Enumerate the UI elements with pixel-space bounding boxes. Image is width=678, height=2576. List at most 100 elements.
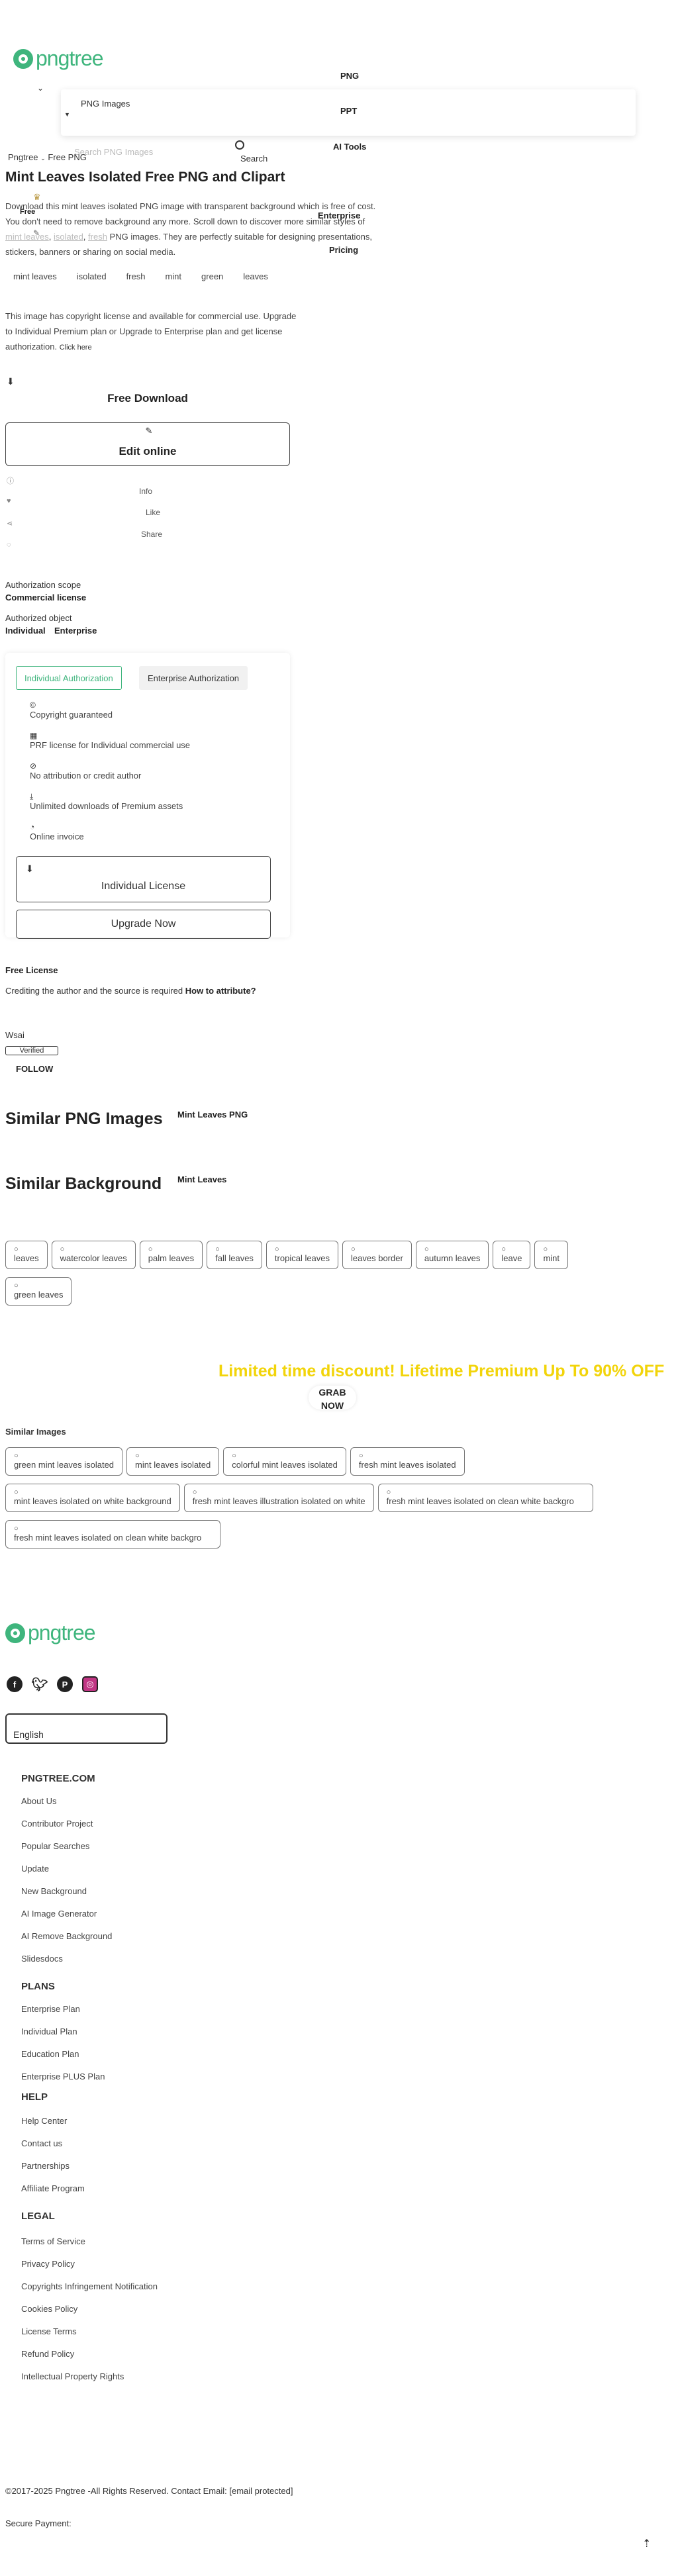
tag-chip[interactable]: ○ tropical leaves (266, 1241, 339, 1269)
pinterest-icon[interactable]: P (57, 1676, 73, 1692)
footer-link[interactable]: AI Remove Background (21, 1931, 352, 1941)
search-button[interactable]: Search (240, 154, 267, 164)
footer-link[interactable]: New Background (21, 1886, 352, 1896)
footer-link[interactable]: AI Image Generator (21, 1909, 352, 1919)
tag-chip[interactable]: ○ mint (534, 1241, 569, 1269)
twitter-icon[interactable]: 🐦︎ (31, 1676, 48, 1692)
click-here-link[interactable]: Click here (60, 344, 92, 352)
tag-chip[interactable]: ○ leaves border (342, 1241, 412, 1269)
individual-license-button[interactable]: ⬇ Individual License (16, 856, 271, 902)
footer-link[interactable]: Refund Policy (21, 2349, 352, 2359)
footer-link[interactable]: Slidesdocs (21, 1954, 352, 1964)
comment-icon[interactable]: ◌ (7, 541, 11, 549)
tag-chip[interactable]: ○ palm leaves (139, 1241, 203, 1269)
category-caret-icon[interactable]: ▼ (64, 111, 70, 118)
tag-chip[interactable]: ○ fall leaves (207, 1241, 262, 1269)
footer-link[interactable]: Update (21, 1864, 352, 1874)
breadcrumb: Pngtree ⌄ Free PNG (8, 152, 87, 162)
similar-image-chip[interactable]: ○ fresh mint leaves isolated on clean whi… (377, 1484, 593, 1512)
tab-individual-authorization[interactable]: Individual Authorization (16, 666, 122, 690)
footer-link[interactable]: Individual Plan (21, 2027, 352, 2036)
nav-png[interactable]: PNG (340, 71, 359, 81)
similar-image-label: mint leaves isolated on white background (14, 1496, 171, 1506)
search-category[interactable]: PNG Images (81, 99, 130, 109)
similar-image-label: colorful mint leaves isolated (232, 1460, 338, 1470)
desc-keyword-fresh[interactable]: fresh (88, 232, 107, 242)
search-icon: ○ (60, 1245, 65, 1253)
footer-link[interactable]: Contributor Project (21, 1819, 352, 1829)
footer-link[interactable]: Popular Searches (21, 1841, 352, 1851)
footer-link[interactable]: Enterprise PLUS Plan (21, 2072, 352, 2081)
nav-ppt[interactable]: PPT (340, 106, 357, 116)
auth-object-enterprise[interactable]: Enterprise (54, 626, 97, 636)
chevron-down-icon[interactable]: ⌄ (37, 83, 44, 93)
facebook-icon[interactable]: f (7, 1676, 23, 1692)
tag-item[interactable]: green (201, 271, 223, 281)
desc-keyword-isolated[interactable]: isolated (54, 232, 83, 242)
footer-link[interactable]: Contact us (21, 2138, 352, 2148)
share-icon[interactable]: ⋖ (7, 519, 13, 528)
nav-ai-tools[interactable]: AI Tools (333, 142, 366, 152)
tag-item[interactable]: fresh (126, 271, 146, 281)
author-name[interactable]: Wsai (5, 1030, 24, 1040)
similar-image-chip[interactable]: ○ fresh mint leaves isolated (350, 1447, 465, 1476)
share-action[interactable]: Share (141, 530, 162, 539)
grab-now-button[interactable]: GRAB NOW (309, 1386, 356, 1411)
header-logo[interactable]: pngtree (13, 46, 104, 71)
back-to-top-icon[interactable]: ⇡ (642, 2537, 651, 2550)
edit-online-button[interactable]: ✎ Edit online (5, 422, 290, 466)
tag-chip[interactable]: ○ leave (493, 1241, 531, 1269)
footer-link[interactable]: Terms of Service (21, 2236, 352, 2246)
similar-bg-subtitle[interactable]: Mint Leaves (177, 1174, 226, 1184)
similar-image-chip[interactable]: ○ fresh mint leaves illustration isolated… (183, 1484, 374, 1512)
follow-button[interactable]: FOLLOW (16, 1064, 53, 1074)
footer-link[interactable]: Intellectual Property Rights (21, 2371, 352, 2381)
footer-link[interactable]: Help Center (21, 2116, 352, 2126)
tag-chip[interactable]: ○ leaves (5, 1241, 48, 1269)
auth-scope-value: Commercial license (5, 593, 87, 602)
tag-item[interactable]: mint (165, 271, 181, 281)
tag-item[interactable]: mint leaves (13, 271, 57, 281)
like-action[interactable]: Like (146, 508, 160, 517)
free-download-button[interactable]: Free Download (5, 392, 290, 405)
search-icon[interactable] (235, 140, 244, 150)
tag-chip[interactable]: ○ watercolor leaves (51, 1241, 136, 1269)
info-icon[interactable]: ⓘ (7, 475, 14, 486)
similar-image-chip[interactable]: ○ colorful mint leaves isolated (223, 1447, 346, 1476)
footer-link[interactable]: About Us (21, 1796, 352, 1806)
footer-link[interactable]: Education Plan (21, 2049, 352, 2059)
footer-link[interactable]: Enterprise Plan (21, 2004, 352, 2014)
desc-keyword-mint-leaves[interactable]: mint leaves (5, 232, 49, 242)
footer-link[interactable]: Copyrights Infringement Notification (21, 2281, 352, 2291)
footer-logo[interactable]: pngtree (5, 1621, 96, 1645)
tag-chip-label: leaves border (351, 1253, 403, 1263)
similar-image-chip[interactable]: ○ mint leaves isolated (126, 1447, 220, 1476)
similar-image-chip[interactable]: ○ fresh mint leaves isolated on clean whi… (5, 1520, 220, 1549)
tag-chip[interactable]: ○ green leaves (5, 1277, 72, 1306)
tab-enterprise-authorization[interactable]: Enterprise Authorization (139, 666, 248, 690)
tag-item[interactable]: isolated (77, 271, 107, 281)
feature-item: ◔ Online invoice (30, 822, 84, 841)
upgrade-now-button[interactable]: Upgrade Now (16, 910, 271, 939)
similar-image-chip[interactable]: ○ green mint leaves isolated (5, 1447, 123, 1476)
tag-chip-label: tropical leaves (274, 1253, 330, 1263)
heart-icon[interactable]: ♥ (7, 497, 11, 505)
footer-link[interactable]: Partnerships (21, 2161, 352, 2171)
tag-item[interactable]: leaves (243, 271, 268, 281)
breadcrumb-home[interactable]: Pngtree (8, 152, 38, 162)
how-to-attribute-link[interactable]: How to attribute? (185, 986, 256, 996)
auth-object-individual[interactable]: Individual (5, 626, 46, 636)
tag-chip[interactable]: ○ autumn leaves (415, 1241, 489, 1269)
breadcrumb-chevron-icon: ⌄ (40, 155, 46, 162)
search-input[interactable] (74, 147, 233, 157)
footer-link[interactable]: Cookies Policy (21, 2304, 352, 2314)
breadcrumb-current[interactable]: Free PNG (48, 152, 87, 162)
footer-link[interactable]: Privacy Policy (21, 2259, 352, 2269)
similar-png-subtitle[interactable]: Mint Leaves PNG (177, 1110, 248, 1120)
similar-image-chip[interactable]: ○ mint leaves isolated on white backgroun… (5, 1484, 180, 1512)
footer-link[interactable]: Affiliate Program (21, 2183, 352, 2193)
info-action[interactable]: Info (139, 487, 152, 496)
language-selector[interactable]: English (5, 1713, 168, 1744)
footer-link[interactable]: License Terms (21, 2326, 352, 2336)
instagram-icon[interactable]: ◎ (82, 1676, 98, 1692)
